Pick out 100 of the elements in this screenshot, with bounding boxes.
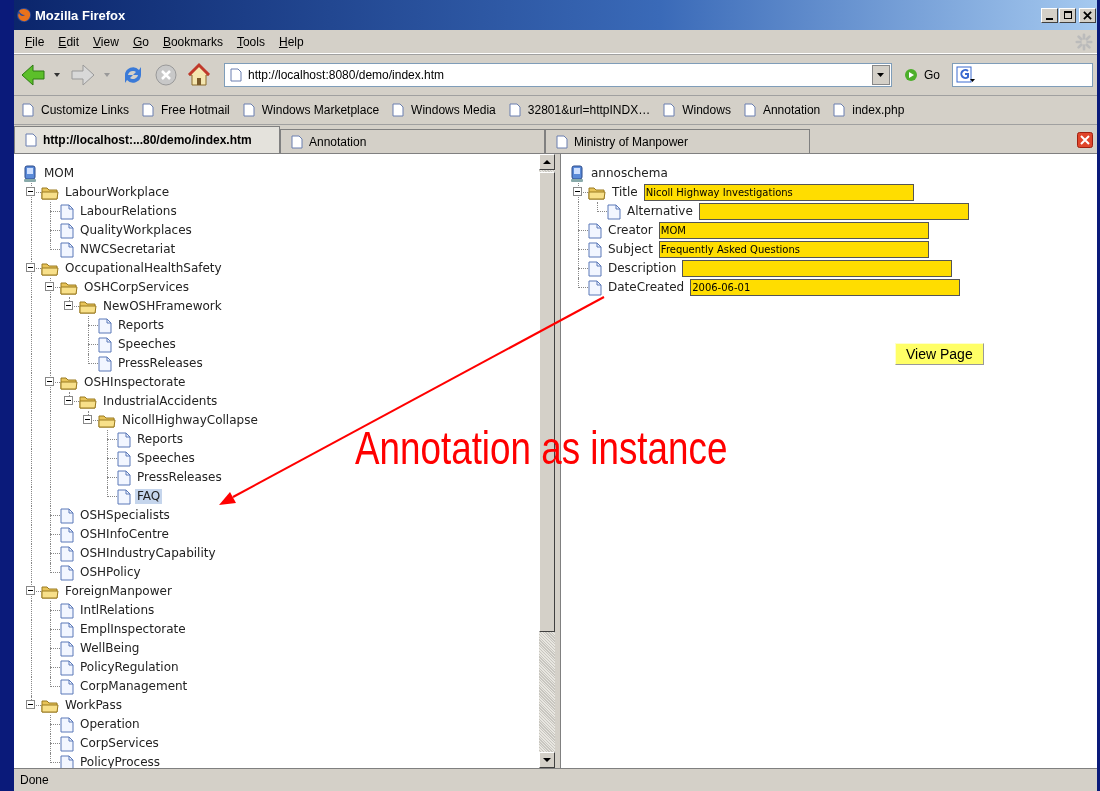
value-field[interactable] — [698, 203, 969, 220]
search-engine-icon — [956, 66, 976, 84]
caret-icon — [543, 758, 551, 762]
tree-item[interactable]: OccupationalHealthSafety — [63, 261, 224, 276]
tree-item[interactable]: QualityWorkplaces — [78, 223, 194, 238]
menu-item[interactable]: Bookmarks — [155, 34, 230, 49]
collapse-icon[interactable] — [26, 263, 35, 272]
tree-item[interactable]: CorpServices — [78, 736, 161, 751]
bookmark-item[interactable]: Free Hotmail — [142, 103, 230, 117]
page-icon — [60, 640, 74, 657]
field-label: Creator — [607, 223, 654, 238]
menu-item[interactable]: Go — [125, 34, 156, 49]
page-icon — [60, 526, 74, 543]
collapse-icon[interactable] — [26, 187, 35, 196]
menu-item[interactable]: File — [18, 34, 52, 49]
scroll-down-button[interactable] — [539, 752, 555, 768]
tree-item[interactable]: LabourRelations — [78, 204, 179, 219]
tree-item[interactable]: FAQ — [135, 489, 163, 504]
page-icon — [743, 103, 756, 117]
close-tab-icon[interactable] — [1077, 132, 1093, 148]
tree-item[interactable]: Reports — [116, 318, 167, 333]
value-field[interactable]: MOM — [658, 222, 929, 239]
tree-item[interactable]: PressReleases — [116, 356, 205, 371]
tree-item[interactable]: NWCSecretariat — [78, 242, 178, 257]
page-icon — [60, 602, 74, 619]
tree-item[interactable]: OSHInfoCentre — [78, 527, 171, 542]
folder-icon — [79, 394, 97, 409]
tree-item[interactable]: Reports — [135, 432, 186, 447]
collapse-icon[interactable] — [83, 415, 92, 424]
bookmark-item[interactable]: index.php — [833, 103, 905, 117]
minimize-button[interactable] — [1041, 7, 1058, 23]
address-field[interactable]: http://localhost:8080/demo/index.htm — [224, 63, 892, 87]
browser-tab[interactable]: Annotation — [280, 129, 545, 153]
browser-tab[interactable]: Ministry of Manpower — [545, 129, 810, 153]
tree-root[interactable]: MOM — [42, 166, 77, 181]
collapse-icon[interactable] — [45, 282, 54, 291]
tree-item[interactable]: PolicyRegulation — [78, 660, 181, 675]
page-icon — [98, 317, 112, 334]
scroll-up-button[interactable] — [539, 154, 555, 170]
collapse-icon[interactable] — [26, 700, 35, 709]
view-page-button[interactable]: View Page — [895, 343, 984, 365]
bookmark-item[interactable]: 32801&url=httpINDX… — [508, 103, 651, 117]
search-field[interactable] — [952, 63, 1093, 87]
folder-icon — [60, 375, 78, 390]
tree-item[interactable]: PolicyProcess — [78, 755, 163, 768]
tree-item[interactable]: ForeignManpower — [63, 584, 174, 599]
go-button[interactable]: Go — [896, 68, 948, 82]
bookmark-item[interactable]: Customize Links — [22, 103, 130, 117]
dropdown-button[interactable] — [872, 65, 890, 85]
tree-item[interactable]: IntlRelations — [78, 603, 157, 618]
value-field[interactable] — [682, 260, 953, 277]
computer-icon — [569, 164, 585, 183]
tree-item[interactable]: Speeches — [116, 337, 178, 352]
page-icon — [392, 103, 405, 117]
collapse-icon[interactable] — [573, 187, 582, 196]
collapse-icon[interactable] — [26, 586, 35, 595]
page-icon — [60, 754, 74, 768]
tree-item[interactable]: CorpManagement — [78, 679, 190, 694]
bookmark-item[interactable]: Windows — [663, 103, 731, 117]
tree-item[interactable]: OSHSpecialists — [78, 508, 172, 523]
menu-item[interactable]: Tools — [229, 34, 272, 49]
browser-tab[interactable]: http://localhost:...80/demo/index.htm — [14, 126, 280, 153]
tree-item[interactable]: Speeches — [135, 451, 197, 466]
tree-item[interactable]: Operation — [78, 717, 142, 732]
value-field[interactable]: Frequently Asked Questions — [658, 241, 929, 258]
collapse-icon[interactable] — [45, 377, 54, 386]
page-icon — [60, 241, 74, 258]
tree-item[interactable]: OSHPolicy — [78, 565, 143, 580]
tree-item[interactable]: WellBeing — [78, 641, 142, 656]
collapse-icon[interactable] — [64, 301, 73, 310]
page-icon — [230, 68, 242, 82]
menu-item[interactable]: View — [86, 34, 126, 49]
menu-item[interactable]: Edit — [51, 34, 87, 49]
value-field[interactable]: Nicoll Highway Investigations — [643, 184, 914, 201]
tree-item[interactable]: OSHCorpServices — [82, 280, 191, 295]
tree-item[interactable]: LabourWorkplace — [63, 185, 172, 200]
value-field[interactable]: 2006-06-01 — [690, 279, 961, 296]
tree-item[interactable]: NicollHighwayCollapse — [120, 413, 260, 428]
bookmark-item[interactable]: Windows Media — [392, 103, 496, 117]
caret-icon — [877, 73, 885, 77]
page-icon — [60, 203, 74, 220]
stop-icon[interactable] — [154, 63, 178, 87]
tree-item[interactable]: WorkPass — [63, 698, 124, 713]
home-icon[interactable] — [186, 62, 212, 88]
page-icon — [142, 103, 155, 117]
tree-item[interactable]: IndustrialAccidents — [101, 394, 220, 409]
bookmark-item[interactable]: Annotation — [743, 103, 821, 117]
collapse-icon[interactable] — [64, 396, 73, 405]
caret-icon[interactable] — [54, 73, 60, 77]
bookmark-item[interactable]: Windows Marketplace — [242, 103, 380, 117]
tree-item[interactable]: EmplInspectorate — [78, 622, 188, 637]
menu-item[interactable]: Help — [271, 34, 311, 49]
close-button[interactable] — [1079, 7, 1096, 23]
back-arrow-icon[interactable] — [20, 63, 46, 87]
tree-item[interactable]: OSHInspectorate — [82, 375, 188, 390]
tree-item[interactable]: NewOSHFramework — [101, 299, 224, 314]
restore-button[interactable] — [1059, 7, 1076, 23]
tree-item[interactable]: PressReleases — [135, 470, 224, 485]
field-label: Title — [611, 185, 639, 200]
tree-item[interactable]: OSHIndustryCapability — [78, 546, 218, 561]
